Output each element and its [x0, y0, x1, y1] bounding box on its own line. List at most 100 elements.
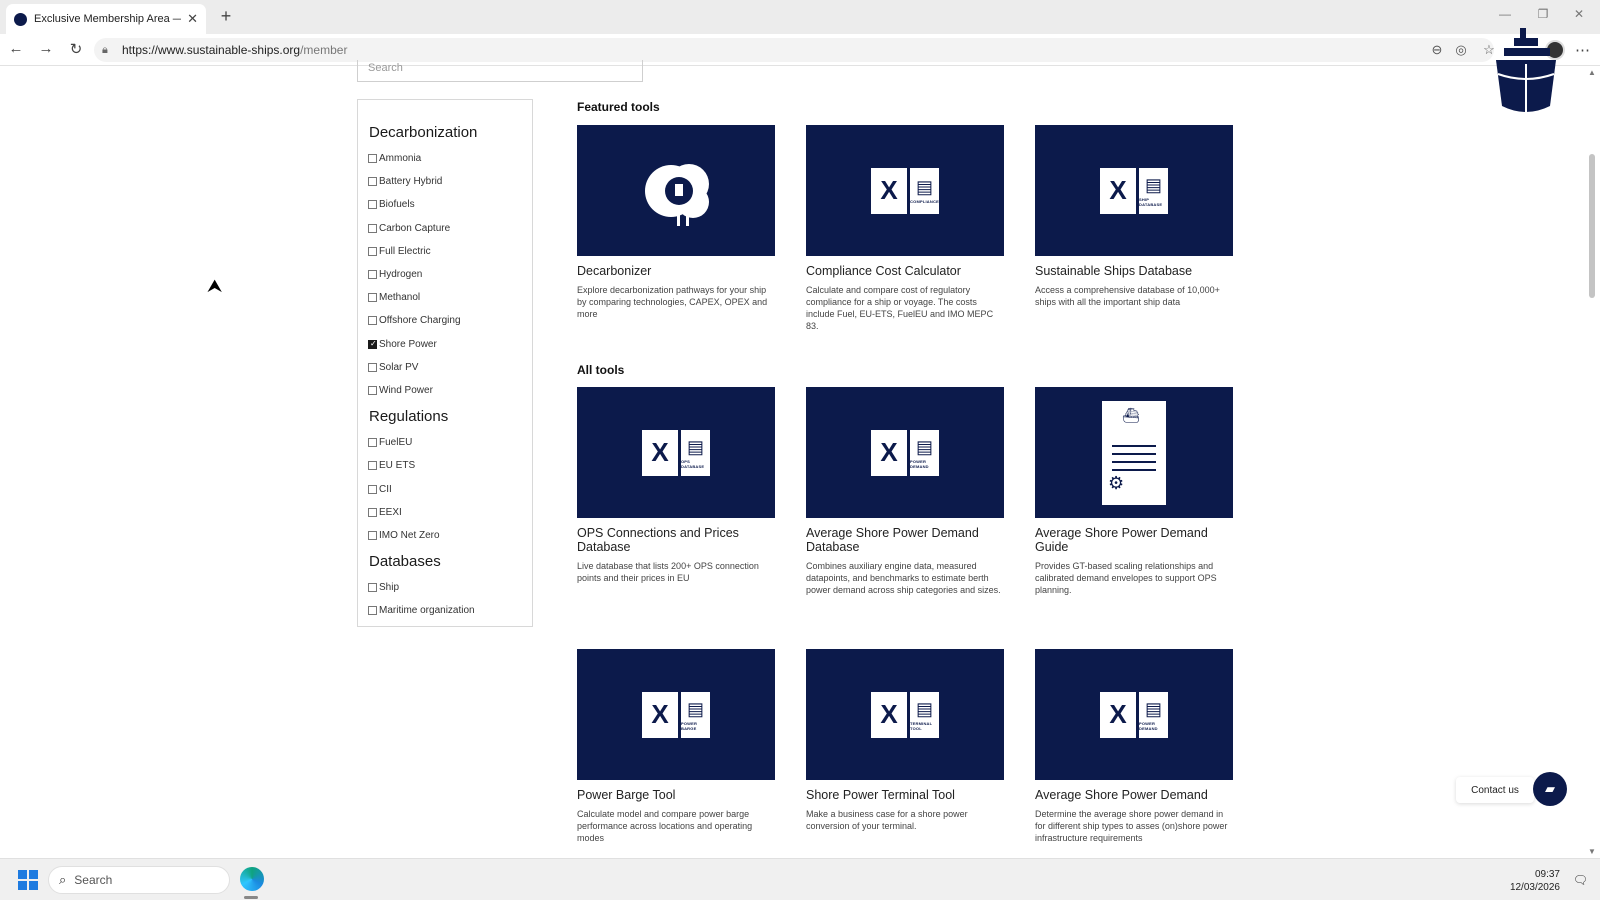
close-window-icon[interactable]: ✕: [1569, 7, 1589, 21]
tool-title[interactable]: Power Barge Tool: [577, 788, 775, 802]
tool-thumbnail[interactable]: ⛴ ⚙: [1035, 387, 1233, 518]
tool-card[interactable]: X ▤ TERMINAL TOOL Shore Power Terminal Tool…: [806, 649, 1004, 832]
filter-checkbox[interactable]: [368, 246, 377, 256]
filter-option[interactable]: Methanol: [368, 286, 532, 309]
filter-option[interactable]: Ship: [368, 576, 532, 599]
filter-checkbox[interactable]: [368, 606, 377, 616]
filter-option[interactable]: Hydrogen: [368, 263, 532, 286]
notification-icon[interactable]: 🗨︎: [1573, 873, 1588, 887]
tool-thumbnail[interactable]: X ▤ POWER DEMAND: [806, 387, 1004, 518]
scrollbar-thumb[interactable]: [1589, 154, 1595, 298]
filter-checkbox[interactable]: [368, 385, 377, 395]
filter-option[interactable]: Carbon Capture: [368, 217, 532, 240]
forward-icon[interactable]: →: [36, 40, 56, 57]
tool-card[interactable]: X ▤ POWER BARGE Power Barge Tool Calculate m…: [577, 649, 775, 844]
filter-checkbox[interactable]: [368, 461, 377, 471]
tool-card[interactable]: X ▤ POWER DEMAND Average Shore Power Demand…: [1035, 649, 1233, 844]
scroll-down-icon[interactable]: ▼: [1588, 847, 1596, 856]
tool-title[interactable]: OPS Connections and Prices Database: [577, 526, 775, 554]
tool-title[interactable]: Average Shore Power Demand: [1035, 788, 1233, 802]
filter-checkbox[interactable]: [368, 583, 377, 593]
filter-checkbox[interactable]: [368, 154, 377, 164]
filter-option[interactable]: Full Electric: [368, 240, 532, 263]
filter-option[interactable]: Offshore Charging: [368, 309, 532, 332]
more-options-icon[interactable]: ⋯: [1575, 41, 1590, 59]
system-clock[interactable]: 09:37 12/03/2026: [1510, 868, 1560, 894]
filter-checkbox[interactable]: [368, 270, 377, 280]
new-tab-icon[interactable]: +: [216, 6, 236, 27]
tool-card[interactable]: ⛴ ⚙ Average Shore Power Demand Guide Provid…: [1035, 387, 1233, 596]
tool-description: Combines auxiliary engine data, measured…: [806, 561, 1001, 595]
filter-option[interactable]: Wind Power: [368, 379, 532, 402]
chat-button[interactable]: ▰: [1533, 772, 1567, 806]
filter-option[interactable]: Ammonia: [368, 147, 532, 170]
tool-card[interactable]: X ▤ SHIP DATABASE Sustainable Ships Databas…: [1035, 125, 1233, 308]
tool-title[interactable]: Shore Power Terminal Tool: [806, 788, 1004, 802]
filter-option[interactable]: IMO Net Zero: [368, 524, 532, 547]
tool-thumbnail[interactable]: X ▤ COMPLIANCE: [806, 125, 1004, 256]
filter-option-label: CII: [379, 483, 392, 495]
filter-checkbox[interactable]: [368, 316, 377, 326]
zoom-out-icon[interactable]: ⊖: [1428, 42, 1446, 58]
filter-option[interactable]: Battery Hybrid: [368, 170, 532, 193]
tool-description: Provides GT-based scaling relationships …: [1035, 561, 1217, 595]
filter-checkbox[interactable]: [368, 530, 377, 540]
filter-checkbox[interactable]: [368, 507, 377, 517]
tool-thumbnail[interactable]: X ▤ SHIP DATABASE: [1035, 125, 1233, 256]
edge-browser-icon[interactable]: [240, 867, 264, 891]
windows-start-icon[interactable]: [18, 870, 38, 890]
filter-checkbox[interactable]: [368, 177, 377, 187]
reader-mode-icon[interactable]: ◎: [1452, 42, 1470, 58]
filter-checkbox[interactable]: [368, 200, 377, 210]
url-field[interactable]: 🔒︎ https://www.sustainable-ships.org/mem…: [94, 38, 1494, 62]
page-scrollbar[interactable]: ▲ ▼: [1588, 66, 1596, 858]
contact-us-button[interactable]: Contact us: [1456, 777, 1534, 803]
address-bar: ← → ↻ 🔒︎ https://www.sustainable-ships.o…: [0, 34, 1600, 66]
restore-icon[interactable]: ❐: [1533, 7, 1553, 21]
filter-checkbox[interactable]: [368, 339, 377, 349]
icon-caption: POWER DEMAND: [910, 458, 929, 469]
minimize-icon[interactable]: —: [1495, 7, 1515, 21]
tool-card[interactable]: Decarbonizer Explore decarbonization path…: [577, 125, 775, 320]
refresh-icon[interactable]: ↻: [66, 40, 86, 58]
tool-thumbnail[interactable]: X ▤ POWER BARGE: [577, 649, 775, 780]
tool-thumbnail[interactable]: [577, 125, 775, 256]
all-tools-title: All tools: [577, 363, 625, 377]
taskbar-search[interactable]: ⌕ Search: [48, 866, 230, 894]
tool-title[interactable]: Average Shore Power Demand Database: [806, 526, 1004, 554]
filter-checkbox[interactable]: [368, 484, 377, 494]
icon-caption: COMPLIANCE: [910, 199, 939, 204]
scroll-up-icon[interactable]: ▲: [1588, 68, 1596, 77]
filter-checkbox[interactable]: [368, 223, 377, 233]
filter-option[interactable]: EEXI: [368, 501, 532, 524]
filter-option[interactable]: EU ETS: [368, 454, 532, 477]
excel-power-demand-icon: X ▤ POWER DEMAND: [871, 429, 939, 476]
close-tab-icon[interactable]: ✕: [187, 11, 198, 27]
filter-checkbox[interactable]: [368, 438, 377, 448]
tool-title[interactable]: Decarbonizer: [577, 264, 775, 278]
tool-title[interactable]: Sustainable Ships Database: [1035, 264, 1233, 278]
tool-card[interactable]: X ▤ OPS DATABASE OPS Connections and Prices…: [577, 387, 775, 584]
active-app-indicator: [244, 896, 258, 899]
tool-description: Determine the average shore power demand…: [1035, 809, 1228, 843]
tool-title[interactable]: Compliance Cost Calculator: [806, 264, 1004, 278]
filter-checkbox[interactable]: [368, 293, 377, 303]
filter-option[interactable]: Shore Power: [368, 333, 532, 356]
tool-thumbnail[interactable]: X ▤ OPS DATABASE: [577, 387, 775, 518]
filter-group-databases: Databases Ship Maritime organization: [368, 553, 532, 622]
tool-card[interactable]: X ▤ POWER DEMAND Average Shore Power Demand…: [806, 387, 1004, 596]
tool-thumbnail[interactable]: X ▤ POWER DEMAND: [1035, 649, 1233, 780]
tool-card[interactable]: X ▤ COMPLIANCE Compliance Cost Calculator Ca…: [806, 125, 1004, 332]
tool-description: Access a comprehensive database of 10,00…: [1035, 285, 1220, 307]
filter-option[interactable]: Solar PV: [368, 356, 532, 379]
tool-title[interactable]: Average Shore Power Demand Guide: [1035, 526, 1233, 554]
search-input[interactable]: Search: [357, 60, 643, 82]
filter-option[interactable]: CII: [368, 477, 532, 500]
filter-checkbox[interactable]: [368, 362, 377, 372]
filter-option[interactable]: Biofuels: [368, 193, 532, 216]
filter-option[interactable]: FuelEU: [368, 431, 532, 454]
browser-tab[interactable]: Exclusive Membership Area — Sus ✕: [6, 4, 206, 34]
filter-option[interactable]: Maritime organization: [368, 599, 532, 622]
back-icon[interactable]: ←: [6, 40, 26, 57]
tool-thumbnail[interactable]: X ▤ TERMINAL TOOL: [806, 649, 1004, 780]
